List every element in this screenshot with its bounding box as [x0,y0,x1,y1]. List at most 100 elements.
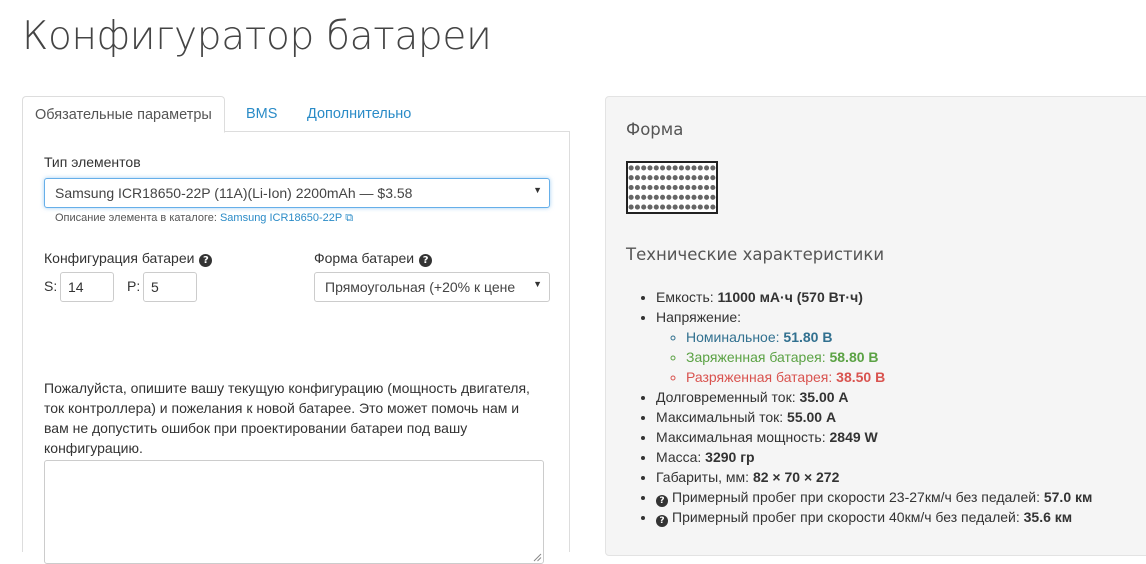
cell [685,184,691,191]
cell [634,194,640,200]
battery-shape-label: Форма батареи? [314,250,433,267]
spec-value: 2849 W [829,429,878,445]
parallel-input[interactable]: 5 [143,272,197,302]
question-circle-icon[interactable]: ? [656,495,668,507]
catalog-hint-prefix: Описание элемента в каталоге: [55,212,217,224]
spec-voltage-charged: Заряженная батарея: 58.80 В [686,347,1092,367]
battery-config-label: Конфигурация батареи? [44,250,213,267]
cell [653,204,659,210]
spec-value: 51.80 В [783,329,833,345]
cell [678,184,684,191]
cell [685,165,691,171]
series-input[interactable]: 14 [60,272,114,302]
resize-grip-icon[interactable] [533,553,542,562]
cell [641,175,647,181]
cell [704,204,710,210]
cell [666,184,672,191]
cell [704,194,710,200]
question-circle-icon[interactable]: ? [656,515,668,527]
spec-label: Максимальная мощность: [656,429,826,445]
cell [647,165,653,171]
spec-label: Емкость: [656,289,714,305]
spec-label: Номинальное: [686,329,780,345]
specs-list: Емкость: 11000 мА·ч (570 Вт·ч) Напряжени… [636,287,1092,527]
cell [697,165,703,171]
cell [666,204,672,210]
spec-label: Примерный пробег при скорости 40км/ч без… [672,509,1020,525]
spec-label: Максимальный ток: [656,409,784,425]
cell [678,175,684,181]
cell-type-selected: Samsung ICR18650-22P (11A)(Li-Ion) 2200m… [55,185,413,201]
cell [634,175,640,181]
cell [678,165,684,171]
question-circle-icon[interactable]: ? [419,254,433,267]
cell [647,204,653,210]
cell [685,204,691,210]
cell [641,194,647,200]
battery-config-label-text: Конфигурация батареи [44,250,195,266]
tab-bms[interactable]: BMS [234,96,289,133]
spec-value: 57.0 км [1043,489,1093,505]
cell-type-select[interactable]: Samsung ICR18650-22P (11A)(Li-Ion) 2200m… [44,178,550,208]
cell [666,165,672,171]
cell [660,194,666,200]
spec-value: 38.50 В [836,369,886,385]
cell [641,184,647,191]
tab-additional[interactable]: Дополнительно [295,96,423,133]
cell [641,204,647,210]
voltage-sublist: Номинальное: 51.80 В Заряженная батарея:… [656,327,1092,387]
cell [634,184,640,191]
notes-textarea[interactable] [44,460,544,564]
cell-grid [628,165,716,210]
battery-shape-select[interactable]: Прямоугольная (+20% к цене ▼ [314,272,550,302]
parallel-label: P: [127,278,141,294]
spec-value: 35.6 км [1023,509,1073,525]
cell [691,204,697,210]
cell-type-label: Тип элементов [44,154,141,170]
tab-required-params[interactable]: Обязательные параметры [22,96,225,133]
spec-dimensions: Габариты, мм: 82 × 70 × 272 [656,467,1092,487]
catalog-link[interactable]: Samsung ICR18650-22P [220,212,342,224]
spec-range-pedal: ? Примерный пробег при скорости 23-27км/ч… [656,487,1092,507]
cell [660,165,666,171]
caret-down-icon: ▼ [533,185,542,195]
cell [634,204,640,210]
cell [704,165,710,171]
cell [660,184,666,191]
spec-voltage-discharged: Разряженная батарея: 38.50 В [686,367,1092,387]
spec-value: 82 × 70 × 272 [752,469,840,485]
spec-range-fast: ? Примерный пробег при скорости 40км/ч бе… [656,507,1092,527]
spec-capacity: Емкость: 11000 мА·ч (570 Вт·ч) [656,287,1092,307]
cell [647,194,653,200]
tab-panel-required: Тип элементов Samsung ICR18650-22P (11A)… [22,132,570,564]
cell [672,204,678,210]
cell [628,175,634,181]
page-title: Конфигуратор батареи [22,14,492,59]
spec-label: Напряжение: [656,309,742,325]
cell [672,184,678,191]
spec-voltage: Напряжение: Номинальное: 51.80 В Заряжен… [656,307,1092,387]
cell [653,175,659,181]
cell [672,194,678,200]
external-link-icon[interactable]: ⧉ [345,212,353,225]
cell [641,165,647,171]
cell [647,175,653,181]
spec-value: 11000 мА·ч (570 Вт·ч) [717,289,863,305]
battery-shape-preview [626,161,718,214]
specs-section-title: Технические характеристики [626,245,885,264]
cell [678,194,684,200]
question-circle-icon[interactable]: ? [199,254,213,267]
spec-label: Габариты, мм: [656,469,750,485]
tab-bar: Обязательные параметры BMS Дополнительно [22,96,570,133]
cell [653,165,659,171]
cell [672,165,678,171]
cell [634,165,640,171]
caret-down-icon: ▼ [533,279,542,289]
cell [628,194,634,200]
shape-section-title: Форма [626,120,684,139]
battery-shape-selected: Прямоугольная (+20% к цене [325,279,516,295]
cell [691,175,697,181]
cell [697,175,703,181]
cell [697,184,703,191]
spec-value: 55.00 А [787,409,837,425]
